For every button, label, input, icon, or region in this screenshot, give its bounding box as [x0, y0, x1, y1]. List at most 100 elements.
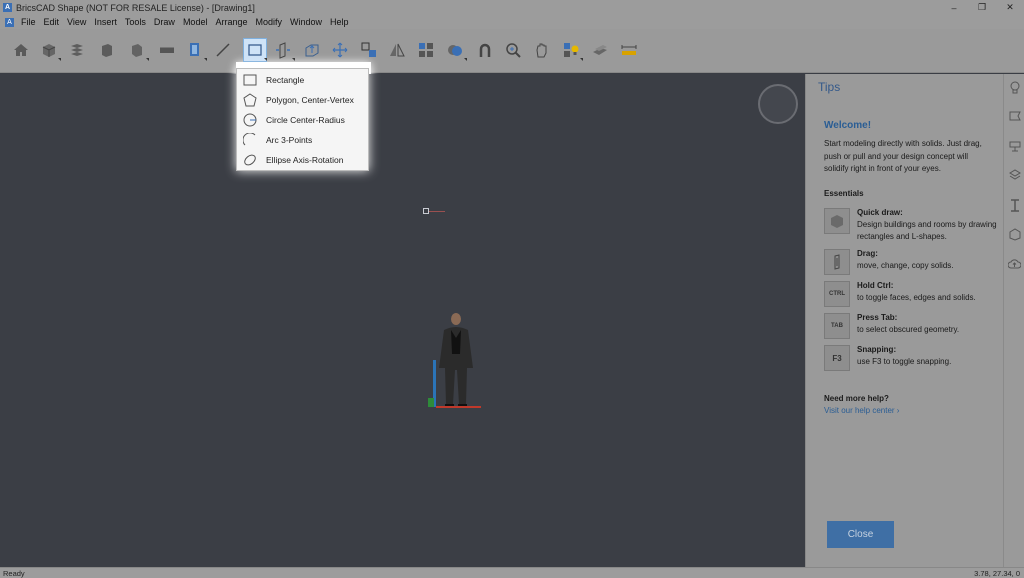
window-controls: – ❐ ✕: [940, 0, 1024, 15]
tips-essentials-heading: Essentials: [824, 189, 864, 198]
quick-draw-icon: [824, 208, 850, 234]
union-icon[interactable]: [444, 39, 467, 61]
tab-key-icon: TAB: [824, 313, 850, 339]
menu-item-label: Ellipse Axis-Rotation: [266, 155, 344, 165]
tip-body: move, change, copy solids.: [857, 261, 954, 270]
menu-edit[interactable]: Edit: [40, 17, 64, 27]
minimize-button[interactable]: –: [940, 0, 968, 15]
menu-bar: A File Edit View Insert Tools Draw Model…: [0, 15, 1024, 29]
i-beam-icon[interactable]: [1007, 198, 1022, 213]
model-viewport[interactable]: [0, 74, 805, 567]
right-panel-bar: [1003, 74, 1024, 567]
maximize-button[interactable]: ❐: [968, 0, 996, 15]
tip-body: to toggle faces, edges and solids.: [857, 293, 976, 302]
tip-body: use F3 to toggle snapping.: [857, 357, 952, 366]
box-solid-icon[interactable]: [38, 39, 61, 61]
tips-intro-text: Start modeling directly with solids. Jus…: [824, 139, 982, 173]
close-window-button[interactable]: ✕: [996, 0, 1024, 15]
rectangle-draw-icon[interactable]: [243, 38, 267, 62]
copy-icon[interactable]: [358, 39, 380, 61]
title-bar: A BricsCAD Shape (NOT FOR RESALE License…: [0, 0, 1024, 15]
help-heading: Need more help?: [824, 394, 889, 403]
ellipse-icon: [242, 152, 258, 168]
array-icon[interactable]: [415, 39, 437, 61]
ucs-z-axis: [428, 398, 434, 407]
ucs-x-axis: [436, 406, 481, 408]
properties-icon[interactable]: [1007, 109, 1022, 124]
coordinate-readout: 3.78, 27.34, 0: [974, 569, 1020, 578]
tip-quick-draw: Quick draw: Design buildings and rooms b…: [824, 208, 999, 241]
tip-body: Design buildings and rooms by drawing re…: [857, 220, 997, 241]
push-pull-icon[interactable]: [272, 39, 295, 61]
rectangle-icon: [242, 72, 258, 88]
cloud-upload-icon[interactable]: [1007, 257, 1022, 272]
layers-bulb-icon[interactable]: [560, 39, 583, 61]
menu-file[interactable]: File: [17, 17, 40, 27]
menu-item-rectangle[interactable]: Rectangle: [237, 70, 368, 90]
menu-tools[interactable]: Tools: [121, 17, 150, 27]
tip-heading: Press Tab:: [857, 313, 898, 322]
menu-item-label: Rectangle: [266, 75, 305, 85]
tip-body: to select obscured geometry.: [857, 325, 960, 334]
lightbulb-icon[interactable]: [1007, 80, 1022, 95]
window-title: BricsCAD Shape (NOT FOR RESALE License) …: [16, 2, 255, 13]
menu-arrange[interactable]: Arrange: [211, 17, 251, 27]
pan-hand-icon[interactable]: [531, 39, 553, 61]
zoom-icon[interactable]: [502, 39, 524, 61]
materials-icon[interactable]: [589, 39, 611, 61]
home-icon[interactable]: [10, 39, 32, 61]
status-text: Ready: [3, 569, 25, 578]
tip-heading: Hold Ctrl:: [857, 281, 894, 290]
menu-item-label: Arc 3-Points: [266, 135, 313, 145]
menu-modify[interactable]: Modify: [251, 17, 286, 27]
app-logo-icon: A: [3, 3, 12, 12]
menu-item-label: Polygon, Center-Vertex: [266, 95, 354, 105]
tip-heading: Drag:: [857, 249, 878, 258]
components-icon[interactable]: [1007, 227, 1022, 242]
move-icon[interactable]: [329, 39, 351, 61]
extrude-face-icon[interactable]: [301, 39, 323, 61]
tip-press-tab: TAB Press Tab: to select obscured geomet…: [824, 313, 999, 341]
menu-item-circle[interactable]: Circle Center-Radius: [237, 110, 368, 130]
tip-heading: Snapping:: [857, 345, 897, 354]
dimension-icon[interactable]: [618, 39, 640, 61]
help-center-link[interactable]: Visit our help center ›: [824, 406, 899, 415]
magnet-snap-icon[interactable]: [474, 39, 496, 61]
menu-view[interactable]: View: [63, 17, 90, 27]
stamp-icon[interactable]: [1007, 139, 1022, 154]
draw-shape-dropdown: Rectangle Polygon, Center-Vertex Circle …: [236, 68, 369, 171]
drag-icon: [824, 249, 850, 275]
menu-item-label: Circle Center-Radius: [266, 115, 345, 125]
menu-window[interactable]: Window: [286, 17, 326, 27]
tip-snapping: F3 Snapping: use F3 to toggle snapping.: [824, 345, 999, 373]
window-insert-icon[interactable]: [184, 39, 207, 61]
wall-solid-icon[interactable]: [96, 39, 118, 61]
menu-insert[interactable]: Insert: [90, 17, 121, 27]
circle-icon: [242, 112, 258, 128]
menu-help[interactable]: Help: [326, 17, 353, 27]
status-bar: Ready 3.78, 27.34, 0: [0, 567, 1024, 578]
menu-model[interactable]: Model: [179, 17, 212, 27]
slab-icon[interactable]: [156, 39, 178, 61]
menu-draw[interactable]: Draw: [150, 17, 179, 27]
tip-heading: Quick draw:: [857, 208, 903, 217]
menu-item-arc[interactable]: Arc 3-Points: [237, 130, 368, 150]
tip-hold-ctrl: CTRL Hold Ctrl: to toggle faces, edges a…: [824, 281, 999, 309]
ctrl-key-icon: CTRL: [824, 281, 850, 307]
polygon-icon: [242, 92, 258, 108]
cursor-tracking-line: [429, 211, 445, 212]
menu-item-ellipse[interactable]: Ellipse Axis-Rotation: [237, 150, 368, 170]
mirror-icon[interactable]: [386, 39, 408, 61]
f3-key-icon: F3: [824, 345, 850, 371]
layers-icon[interactable]: [1007, 168, 1022, 183]
arc-icon: [242, 132, 258, 148]
close-tips-button[interactable]: Close: [827, 521, 894, 548]
cube-solid-icon[interactable]: [126, 39, 149, 61]
tips-welcome-heading: Welcome!: [824, 120, 872, 131]
tips-title: Tips: [818, 80, 841, 94]
stack-solids-icon[interactable]: [66, 39, 88, 61]
line-tool-icon[interactable]: [212, 39, 234, 61]
app-menu-icon[interactable]: A: [5, 17, 14, 27]
menu-item-polygon[interactable]: Polygon, Center-Vertex: [237, 90, 368, 110]
viewcube-compass[interactable]: [758, 84, 798, 124]
